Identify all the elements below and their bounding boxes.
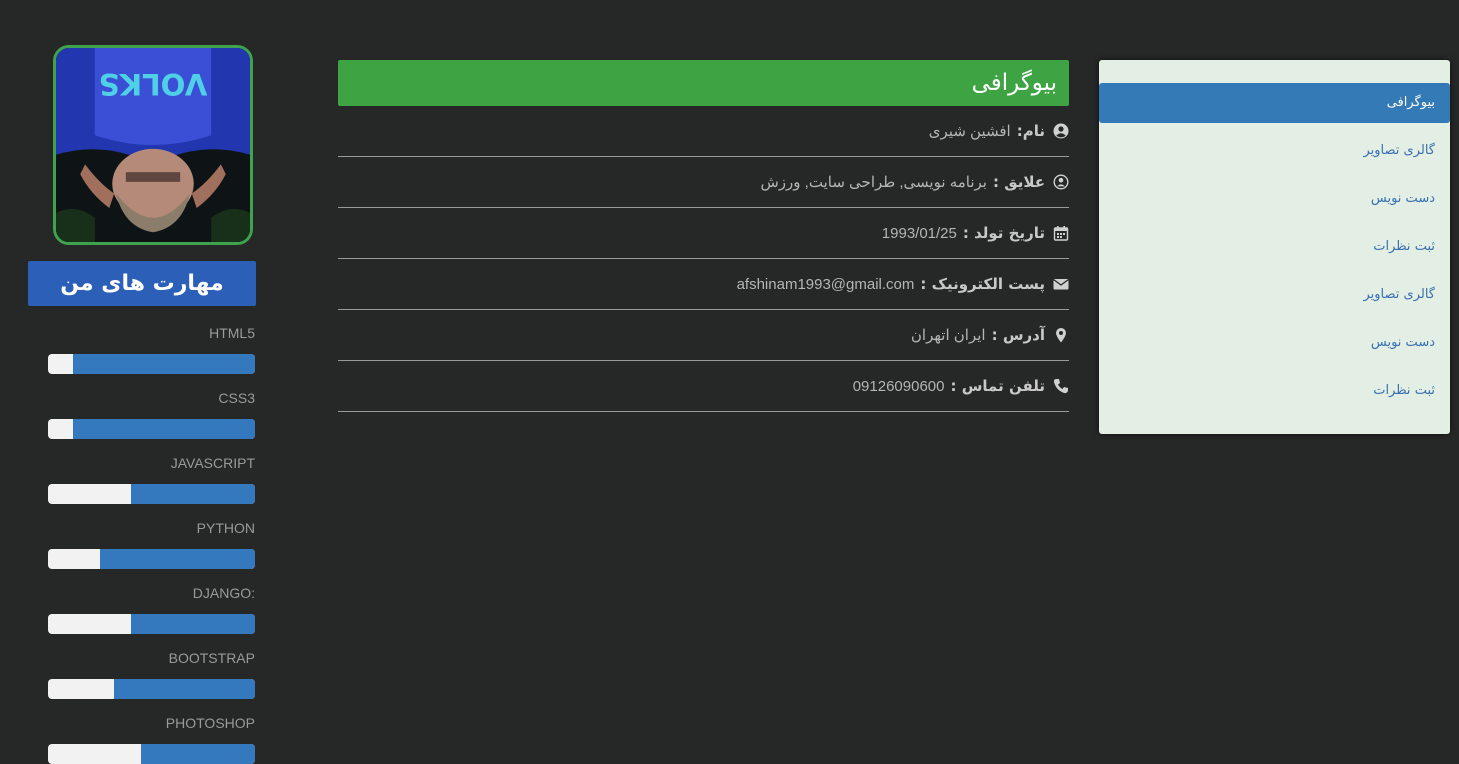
bio-value: afshinam1993@gmail.com — [736, 275, 915, 293]
sidebar-item-gallery-2[interactable]: گالری تصاویر — [1099, 275, 1450, 323]
bio-row-email: پست الکترونیک : afshinam1993@gmail.com — [338, 259, 1069, 310]
bio-row-birthdate: تاریخ تولد : 1993/01/25 — [338, 208, 1069, 259]
svg-text:VOLKS: VOLKS — [99, 67, 208, 101]
skill-progress-bar — [48, 679, 255, 699]
bio-label: نام: — [1016, 122, 1045, 140]
skill-progress-bar — [48, 419, 255, 439]
bio-row-name: نام: افشین شیری — [338, 106, 1069, 157]
bio-row-phone: تلفن تماس : 09126090600 — [338, 361, 1069, 412]
skill-label: HTML5 — [209, 325, 255, 341]
biography-panel: بیوگرافی نام: افشین شیری علایق : برنامه … — [338, 60, 1069, 412]
skill-progress-fill — [72, 354, 255, 374]
sidebar-item-handwriting-2[interactable]: دست نویس — [1099, 323, 1450, 371]
skill-progress-bar — [48, 614, 255, 634]
skill-progress-bar — [48, 744, 255, 764]
sidebar-item-handwriting[interactable]: دست نویس — [1099, 179, 1450, 227]
user-circle-icon — [1053, 123, 1069, 139]
sidebar-item-biography[interactable]: بیوگرافی — [1099, 83, 1450, 123]
skill-css3: CSS3 — [48, 389, 255, 439]
skill-label: DJANGO: — [192, 585, 255, 601]
bio-label: آدرس : — [991, 326, 1045, 344]
bio-label: تلفن تماس : — [950, 377, 1045, 395]
avatar-photo: VOLKS — [56, 48, 250, 242]
skill-progress-fill — [99, 549, 255, 569]
skill-html5: HTML5 — [48, 324, 255, 374]
skill-label: PHOTOSHOP — [165, 715, 255, 731]
skill-javascript: JAVASCRIPT — [48, 454, 255, 504]
sidebar-item-comments-2[interactable]: ثبت نظرات — [1099, 371, 1450, 419]
skill-progress-fill — [141, 744, 255, 764]
bio-value: ایران اتهران — [910, 327, 986, 344]
skill-label: PYTHON — [196, 520, 255, 536]
skill-label: BOOTSTRAP — [168, 650, 255, 666]
skill-python: PYTHON — [48, 519, 255, 569]
calendar-icon — [1053, 225, 1069, 241]
skill-label: JAVASCRIPT — [170, 455, 255, 471]
skill-progress-bar — [48, 484, 255, 504]
user-circle-outline-icon — [1053, 174, 1069, 190]
avatar: VOLKS — [53, 45, 253, 245]
skill-progress-fill — [114, 679, 255, 699]
skill-progress-bar — [48, 354, 255, 374]
skill-progress-fill — [72, 419, 255, 439]
sidebar-menu: بیوگرافی گالری تصاویر دست نویس ثبت نظرات… — [1099, 60, 1450, 434]
biography-title: بیوگرافی — [338, 60, 1069, 106]
envelope-icon — [1053, 276, 1069, 292]
bio-value: 09126090600 — [852, 377, 945, 395]
bio-label: علایق : — [992, 173, 1045, 191]
bio-label: تاریخ تولد : — [962, 224, 1045, 242]
phone-icon — [1053, 378, 1069, 394]
skills-title: مهارت های من — [28, 261, 256, 306]
skill-progress-fill — [130, 484, 255, 504]
skill-photoshop: PHOTOSHOP — [48, 714, 255, 764]
sidebar-item-comments[interactable]: ثبت نظرات — [1099, 227, 1450, 275]
skill-bootstrap: BOOTSTRAP — [48, 649, 255, 699]
bio-value: برنامه نویسی, طراحی سایت, ورزش — [760, 174, 987, 191]
map-marker-icon — [1053, 327, 1069, 343]
bio-row-address: آدرس : ایران اتهران — [338, 310, 1069, 361]
bio-row-interests: علایق : برنامه نویسی, طراحی سایت, ورزش — [338, 157, 1069, 208]
bio-value: افشین شیری — [928, 123, 1011, 140]
skill-django: DJANGO: — [48, 584, 255, 634]
bio-label: پست الکترونیک : — [920, 275, 1045, 293]
skill-progress-fill — [130, 614, 255, 634]
sidebar-item-gallery[interactable]: گالری تصاویر — [1099, 131, 1450, 179]
bio-value: 1993/01/25 — [881, 224, 957, 242]
skill-label: CSS3 — [218, 390, 255, 406]
skill-progress-bar — [48, 549, 255, 569]
